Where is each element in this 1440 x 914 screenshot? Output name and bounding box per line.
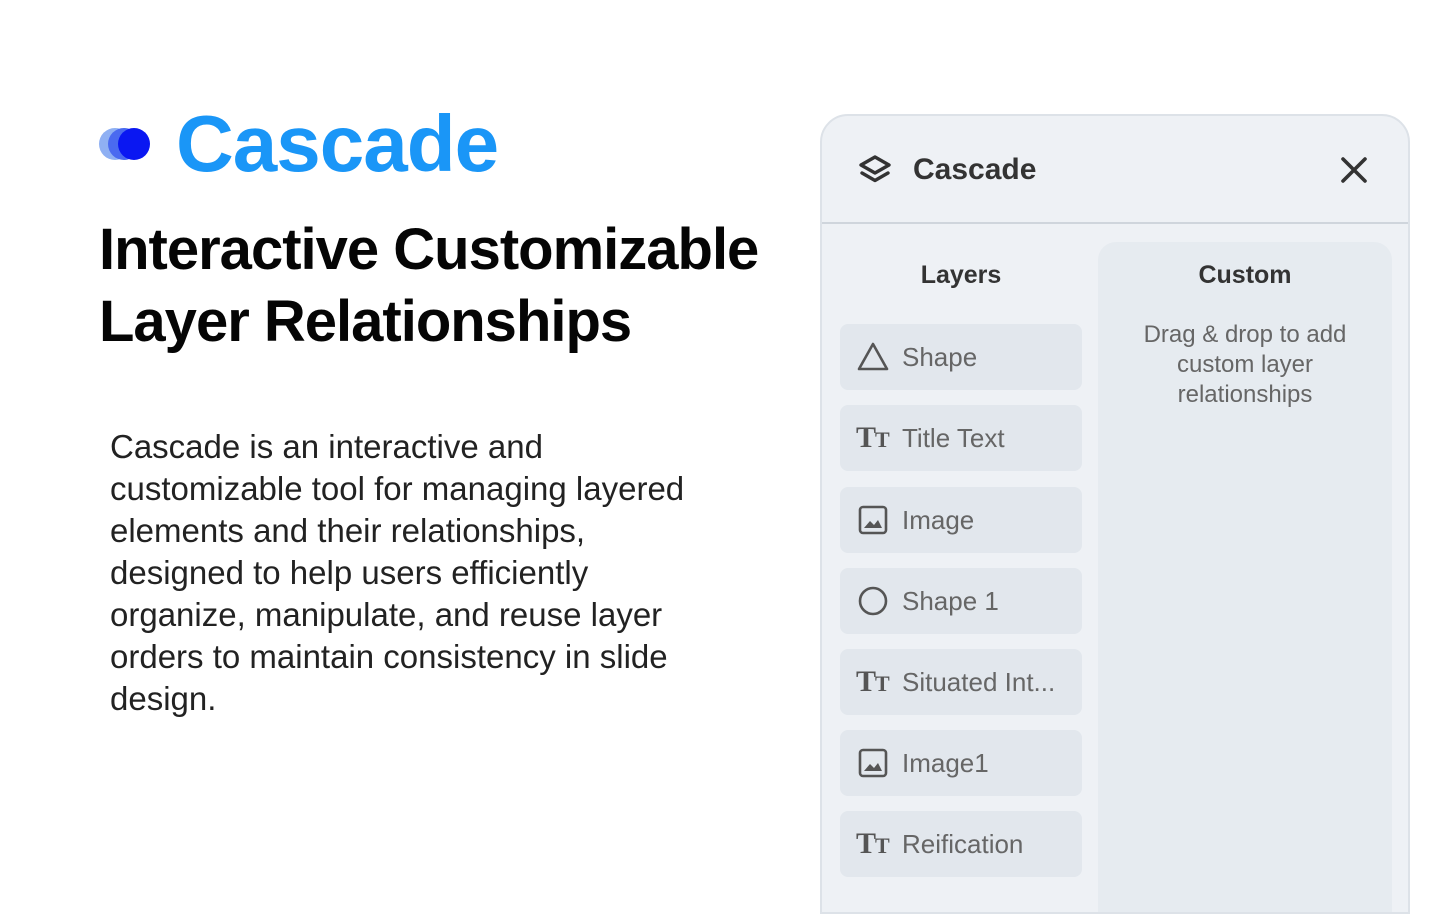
layer-item-shape-1[interactable]: Shape 1 xyxy=(840,568,1082,634)
layer-item-label: Shape 1 xyxy=(902,586,999,616)
cascade-plugin-panel: Cascade Layers Shape TT Title Text Image xyxy=(820,114,1410,914)
headline: Interactive Customizable Layer Relations… xyxy=(99,214,819,358)
close-icon[interactable] xyxy=(1338,154,1370,186)
triangle-icon xyxy=(857,342,889,371)
layer-item-label: Image xyxy=(902,505,975,535)
description: Cascade is an interactive and customizab… xyxy=(110,428,685,717)
layer-item-label: Situated Int... xyxy=(902,667,1056,697)
text-icon: TT xyxy=(856,665,890,698)
layer-item-shape[interactable]: Shape xyxy=(840,324,1082,390)
layers-heading: Layers xyxy=(920,261,1002,289)
layer-item-title-text[interactable]: TT Title Text xyxy=(840,405,1082,471)
circle-icon xyxy=(858,586,888,616)
brand-title: Cascade xyxy=(176,99,499,188)
custom-drop-zone[interactable]: Custom Drag & drop to add custom layer r… xyxy=(1098,242,1392,912)
text-icon: TT xyxy=(856,421,890,454)
image-icon xyxy=(858,748,888,778)
logo-dot-dark xyxy=(118,128,150,160)
layer-item-label: Image1 xyxy=(902,748,989,778)
text-icon: TT xyxy=(856,827,890,860)
custom-heading: Custom xyxy=(1198,261,1292,289)
layer-item-label: Reification xyxy=(902,829,1024,859)
layer-item-image[interactable]: Image xyxy=(840,487,1082,553)
image-icon xyxy=(858,505,888,535)
layer-item-label: Shape xyxy=(902,342,978,372)
headline-line-2: Layer Relationships xyxy=(99,289,632,354)
layers-icon xyxy=(859,155,891,183)
layer-item-reification[interactable]: TT Reification xyxy=(840,811,1082,877)
drop-hint: Drag & drop to add custom layer relation… xyxy=(1143,321,1347,408)
layer-item-situated-int[interactable]: TT Situated Int... xyxy=(840,649,1082,715)
headline-line-1: Interactive Customizable xyxy=(99,217,759,282)
layer-item-label: Title Text xyxy=(902,423,1005,453)
brand-logo-dots xyxy=(99,128,155,162)
layers-column: Layers Shape TT Title Text Image Shape 1 xyxy=(840,224,1082,912)
layer-item-image1[interactable]: Image1 xyxy=(840,730,1082,796)
panel-header: Cascade xyxy=(822,116,1408,224)
panel-title: Cascade xyxy=(913,153,1037,186)
